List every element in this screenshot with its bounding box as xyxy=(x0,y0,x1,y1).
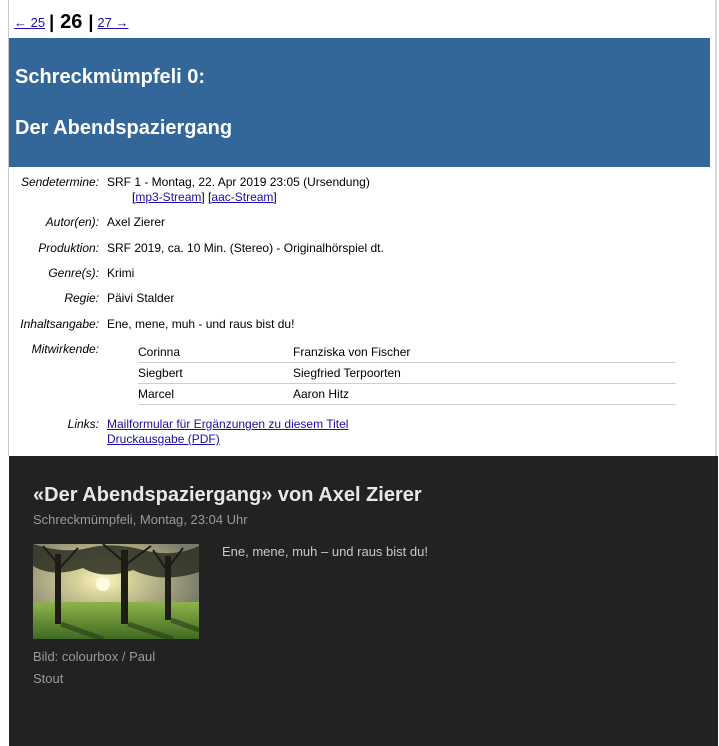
series-title: Schreckmümpfeli 0: xyxy=(15,66,206,88)
title-banner: Schreckmümpfeli 0: Der Abendspaziergang xyxy=(9,38,710,167)
current-page-number: 26 xyxy=(60,10,83,33)
genre-label: Genre(s): xyxy=(48,266,99,280)
cast-table: Corinna Franziska von Fischer Siegbert S… xyxy=(138,342,676,405)
image-caption: Bild: colourbox / Paul Stout xyxy=(33,646,203,690)
player-subtitle: Schreckmümpfeli, Montag, 23:04 Uhr xyxy=(33,512,248,527)
genre-value: Krimi xyxy=(107,266,135,280)
player-title: «Der Abendspaziergang» von Axel Zierer xyxy=(33,484,422,506)
episode-title: Der Abendspaziergang xyxy=(15,117,233,139)
regie-value: Päivi Stalder xyxy=(107,291,175,305)
aac-stream-link[interactable]: aac-Stream xyxy=(211,190,273,204)
cast-row: Marcel Aaron Hitz xyxy=(138,384,676,405)
autor-label: Autor(en): xyxy=(45,215,99,229)
inhalt-label: Inhaltsangabe: xyxy=(20,317,99,331)
player-card: «Der Abendspaziergang» von Axel Zierer S… xyxy=(9,456,718,746)
produktion-label: Produktion: xyxy=(38,241,99,255)
cast-actor: Aaron Hitz xyxy=(293,387,350,401)
stream-links: [mp3-Stream] [aac-Stream] xyxy=(132,190,277,204)
cast-role: Corinna xyxy=(138,345,181,359)
sendetermine-value: SRF 1 - Montag, 22. Apr 2019 23:05 (Urse… xyxy=(107,175,370,189)
park-trees-image xyxy=(33,544,199,639)
cast-actor: Franziska von Fischer xyxy=(293,345,411,359)
prev-page-link[interactable]: ← 25 xyxy=(14,15,45,30)
pager-separator: | xyxy=(88,11,94,32)
cast-role: Marcel xyxy=(138,387,175,401)
next-page-link[interactable]: 27 → xyxy=(97,15,128,30)
image-caption-line1: Bild: colourbox / Paul xyxy=(33,649,156,664)
produktion-value: SRF 2019, ca. 10 Min. (Stereo) - Origina… xyxy=(107,241,384,255)
episode-image[interactable] xyxy=(33,544,199,639)
cast-role: Siegbert xyxy=(138,366,183,380)
cast-row: Corinna Franziska von Fischer xyxy=(138,342,676,363)
web-page: ← 25 | 26 | 27 → Schreckmümpfeli 0: Der … xyxy=(0,0,719,456)
player-teaser: Ene, mene, muh – und raus bist du! xyxy=(222,544,428,559)
mp3-stream-link[interactable]: mp3-Stream xyxy=(135,190,201,204)
mitwirkende-label: Mitwirkende: xyxy=(31,342,99,356)
image-caption-line2: Stout xyxy=(33,671,64,686)
links-label: Links: xyxy=(67,417,99,431)
mailformular-link[interactable]: Mailformular für Ergänzungen zu diesem T… xyxy=(107,417,348,431)
cast-row: Siegbert Siegfried Terpoorten xyxy=(138,363,676,384)
druckausgabe-link[interactable]: Druckausgabe (PDF) xyxy=(107,432,220,446)
regie-label: Regie: xyxy=(64,291,99,305)
cast-actor: Siegfried Terpoorten xyxy=(293,366,401,380)
inhalt-value: Ene, mene, muh - und raus bist du! xyxy=(107,317,295,331)
pagination: ← 25 | 26 | 27 → xyxy=(14,8,129,36)
pager-separator: | xyxy=(49,11,55,32)
autor-value: Axel Zierer xyxy=(107,215,166,229)
sendetermine-label: Sendetermine: xyxy=(20,175,99,189)
page-border-right xyxy=(715,0,717,456)
